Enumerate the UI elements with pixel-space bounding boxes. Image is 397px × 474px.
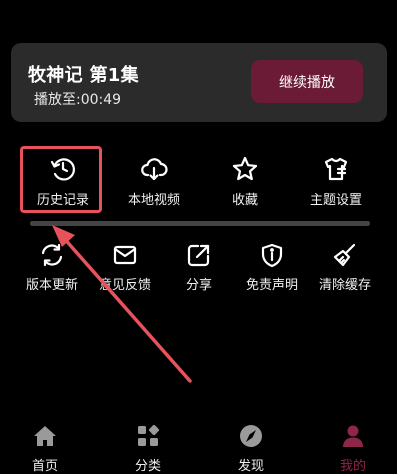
compass-icon — [238, 424, 264, 452]
nav-discover[interactable]: 发现 — [216, 424, 286, 474]
person-icon — [340, 424, 366, 452]
nav-mine[interactable]: 我的 — [318, 424, 388, 474]
nav-label: 发现 — [237, 459, 264, 474]
bottom-nav: 首页 分类 发现 我的 — [0, 414, 397, 474]
nav-home[interactable]: 首页 — [10, 424, 80, 474]
nav-label: 首页 — [31, 459, 58, 474]
nav-label: 分类 — [134, 459, 161, 474]
annotation-arrow — [52, 225, 192, 383]
nav-category[interactable]: 分类 — [113, 424, 183, 474]
nav-label: 我的 — [339, 459, 366, 474]
home-icon — [32, 424, 58, 452]
grid-icon — [135, 424, 161, 452]
